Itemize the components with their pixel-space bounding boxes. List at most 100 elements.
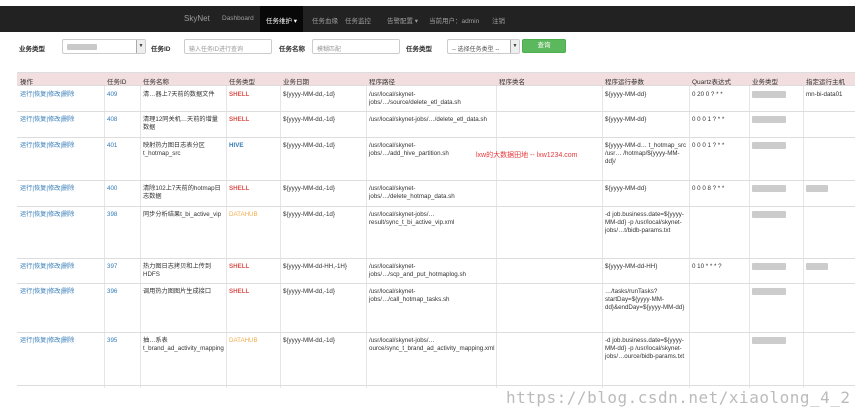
biz-date: ${yyyy-MM-dd-HH,-1H} bbox=[283, 263, 347, 270]
quartz-expr: 0 0 0 1 ? * * bbox=[692, 116, 725, 123]
task-type: SHELL bbox=[229, 91, 250, 98]
biz-date: ${yyyy-MM-dd,-1d} bbox=[283, 288, 335, 295]
task-id[interactable]: 397 bbox=[107, 263, 117, 271]
row-actions[interactable]: 运行|恢复|修改|删除 bbox=[20, 337, 74, 345]
task-id[interactable]: 400 bbox=[107, 185, 117, 193]
watermark-text: lxw的大数据田地 -- lxw1234.com bbox=[476, 152, 578, 159]
run-host bbox=[806, 263, 828, 271]
task-id[interactable]: 409 bbox=[107, 91, 117, 99]
biz-date: ${yyyy-MM-dd,-1d} bbox=[283, 116, 335, 123]
biz-type bbox=[752, 91, 786, 99]
nav-alert-config[interactable]: 告警配置 ▾ bbox=[387, 15, 418, 25]
col-header-task-id: 任务ID bbox=[107, 79, 127, 86]
row-actions[interactable]: 运行|恢复|修改|删除 bbox=[20, 288, 74, 296]
quartz-expr: 0 10 * * * ? bbox=[692, 263, 722, 270]
chevron-down-icon: ▼ bbox=[136, 40, 145, 53]
program-path: /usr/local/skynet-jobs/…/call_hotmap_tas… bbox=[369, 288, 450, 303]
nav-task-lineage[interactable]: 任务血缘 bbox=[312, 15, 338, 25]
program-path: /usr/local/skynet-jobs/…/source/delete_e… bbox=[369, 91, 461, 106]
task-type-select-value: -- 选择任务类型 -- bbox=[452, 47, 500, 53]
nav-dashboard[interactable]: Dashboard bbox=[222, 15, 254, 22]
task-type: SHELL bbox=[229, 185, 250, 192]
program-path: /usr/local/skynet-jobs/…result/sync_t_bi… bbox=[369, 211, 455, 226]
task-id-label: 任务ID bbox=[151, 46, 171, 53]
task-name-input[interactable]: 模糊匹配 bbox=[312, 39, 400, 54]
top-navbar: SkyNet Dashboard 任务维护 ▾ 任务血缘 任务监控 告警配置 ▾… bbox=[0, 6, 855, 32]
chevron-down-icon: ▼ bbox=[510, 40, 519, 53]
row-actions[interactable]: 运行|恢复|修改|删除 bbox=[20, 211, 74, 219]
run-params: -d job.business.date=${yyyy-MM-dd} -p /u… bbox=[605, 211, 684, 234]
task-type-select[interactable]: -- 选择任务类型 -- ▼ bbox=[447, 39, 520, 54]
task-name: 映射热力图日志表分区t_hotmap_src bbox=[143, 142, 205, 157]
biz-date: ${yyyy-MM-dd,-1d} bbox=[283, 91, 335, 98]
task-type: SHELL bbox=[229, 263, 250, 270]
biz-type bbox=[752, 211, 786, 219]
task-id[interactable]: 408 bbox=[107, 116, 117, 124]
run-host bbox=[806, 185, 828, 193]
biz-type bbox=[752, 185, 786, 193]
run-params: ${yyyy-MM-dd} bbox=[605, 116, 647, 123]
biz-type bbox=[752, 116, 786, 124]
col-header-biz-type: 业务类型 bbox=[752, 79, 778, 86]
program-path: /usr/local/skynet-jobs/…/scp_and_put_hot… bbox=[369, 263, 467, 278]
biz-type bbox=[752, 337, 786, 345]
footer-watermark: https://blog.csdn.net/xiaolong_4_2 bbox=[506, 388, 851, 407]
biz-type bbox=[752, 142, 786, 150]
table-row: 运行|恢复|修改|删除 398 同步分析结果t_bi_active_vip DA… bbox=[17, 208, 855, 259]
task-name-label: 任务名称 bbox=[279, 46, 305, 53]
quartz-expr: 0 0 0 8 ? * * bbox=[692, 185, 725, 192]
run-params: ${yyyy-MM-d… t_hotmap_src /usr… /hotmap/… bbox=[605, 142, 687, 165]
row-actions[interactable]: 运行|恢复|修改|删除 bbox=[20, 142, 74, 150]
task-type: HIVE bbox=[229, 142, 244, 149]
nav-task-monitor[interactable]: 任务监控 bbox=[345, 15, 371, 25]
row-actions[interactable]: 运行|恢复|修改|删除 bbox=[20, 185, 74, 193]
col-header-ops: 操作 bbox=[20, 79, 33, 86]
task-id[interactable]: 398 bbox=[107, 211, 117, 219]
task-name: 清…器上7天前的数据文件 bbox=[143, 91, 215, 98]
table-row: 运行|恢复|修改|删除 401 映射热力图日志表分区t_hotmap_src H… bbox=[17, 139, 855, 181]
table-header: 操作 任务ID 任务名称 任务类型 业务日期 程序路径 程序类名 程序运行参数 … bbox=[17, 72, 855, 86]
quartz-expr: 0 0 0 1 ? * * bbox=[692, 142, 725, 149]
biz-type bbox=[752, 288, 786, 296]
program-path: /usr/local/skynet-jobs/…/delete_hotmap_d… bbox=[369, 185, 455, 200]
brand-logo[interactable]: SkyNet bbox=[184, 14, 210, 23]
nav-task-maintain[interactable]: 任务维护 ▾ bbox=[260, 6, 304, 32]
task-name: 清理12同关机…天前的增量数据 bbox=[143, 116, 218, 131]
redacted-value bbox=[67, 44, 97, 50]
table-row: 运行|恢复|修改|删除 397 热力图日志拷贝和上传到HDFS SHELL ${… bbox=[17, 260, 855, 284]
biz-type-select[interactable]: ▼ bbox=[62, 39, 146, 54]
run-params: ${yyyy-MM-dd-HH} bbox=[605, 263, 658, 270]
run-params: ${yyyy-MM-dd} bbox=[605, 91, 647, 98]
nav-logout[interactable]: 注销 bbox=[492, 15, 505, 25]
table-row: 运行|恢复|修改|删除 396 调用热力图图片生成接口 SHELL ${yyyy… bbox=[17, 285, 855, 333]
row-actions[interactable]: 运行|恢复|修改|删除 bbox=[20, 116, 74, 124]
task-id[interactable]: 395 bbox=[107, 337, 117, 345]
table-row: 运行|恢复|修改|删除 395 抽…系表t_brand_ad_activity_… bbox=[17, 334, 855, 386]
table-row: 运行|恢复|修改|删除 409 清…器上7天前的数据文件 SHELL ${yyy… bbox=[17, 88, 855, 112]
col-header-run-params: 程序运行参数 bbox=[605, 79, 644, 86]
task-type: DATAHUB bbox=[229, 211, 258, 218]
program-path: /usr/local/skynet-jobs/…/add_hive_partit… bbox=[369, 142, 449, 157]
col-header-host: 指定运行主机 bbox=[806, 79, 845, 86]
task-id[interactable]: 396 bbox=[107, 288, 117, 296]
query-button[interactable]: 查询 bbox=[522, 39, 566, 53]
task-type: DATAHUB bbox=[229, 337, 258, 344]
filter-bar: 业务类型 ▼ 任务ID 输入任务ID进行查询 任务名称 模糊匹配 任务类型 --… bbox=[0, 38, 855, 58]
task-name: 调用热力图图片生成接口 bbox=[143, 288, 212, 295]
task-type: SHELL bbox=[229, 288, 250, 295]
biz-date: ${yyyy-MM-dd,-1d} bbox=[283, 337, 335, 344]
row-actions[interactable]: 运行|恢复|修改|删除 bbox=[20, 91, 74, 99]
biz-type bbox=[752, 263, 786, 271]
task-id[interactable]: 401 bbox=[107, 142, 117, 150]
task-type-label: 任务类型 bbox=[406, 46, 432, 53]
run-params: …/tasks/runTasks?startDay=${yyyy-MM-dd}&… bbox=[605, 288, 685, 311]
nav-current-user[interactable]: 当前用户：admin bbox=[429, 15, 479, 25]
run-params: ${yyyy-MM-dd} bbox=[605, 185, 647, 192]
col-header-task-type: 任务类型 bbox=[229, 79, 255, 86]
biz-date: ${yyyy-MM-dd,-1d} bbox=[283, 142, 335, 149]
task-name: 热力图日志拷贝和上传到HDFS bbox=[143, 263, 212, 278]
col-header-program-path: 程序路径 bbox=[369, 79, 395, 86]
biz-type-label: 业务类型 bbox=[19, 46, 45, 53]
task-id-input[interactable]: 输入任务ID进行查询 bbox=[184, 39, 272, 54]
row-actions[interactable]: 运行|恢复|修改|删除 bbox=[20, 263, 74, 271]
